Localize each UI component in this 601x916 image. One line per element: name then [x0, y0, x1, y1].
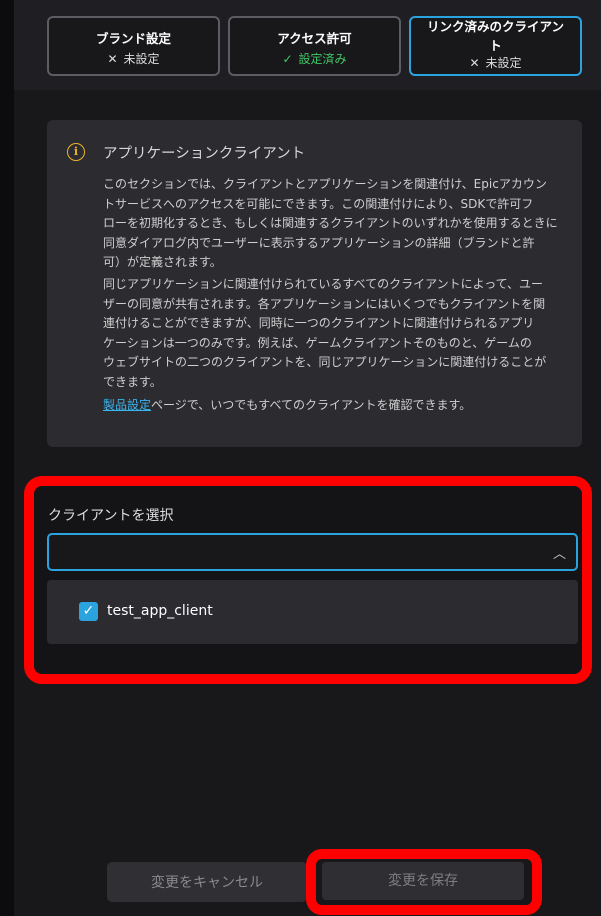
- text-line: 連付けることができますが、同時に一つのクライアントに関連付けられるアプリ: [103, 316, 535, 330]
- text-line: トサービスへのアクセスを可能にできます。この関連付けにより、SDKで許可フ: [103, 196, 534, 211]
- step-status-text: 未設定: [123, 52, 160, 66]
- text-line: ページで、いつでもすべてのクライアントを確認できます。: [151, 398, 472, 412]
- step-title: アクセス許可: [277, 31, 352, 46]
- text-line: このセクションでは、クライアントとアプリケーションを関連付け、Epicアカウン: [103, 177, 547, 191]
- text-line: できます。: [103, 374, 162, 389]
- checkbox-checked[interactable]: ✓: [79, 602, 98, 621]
- info-paragraph: 製品設定ページで、いつでもすべてのクライアントを確認できます。: [103, 396, 565, 416]
- client-dropdown-list: ✓ test_app_client: [47, 580, 578, 644]
- client-select-input[interactable]: ︿: [47, 533, 578, 571]
- step-linked-clients[interactable]: リンク済みのクライアン ト ✕ 未設定: [409, 16, 582, 76]
- step-title: リンク済みのクライアン ト: [411, 19, 580, 53]
- text-line: ウェブサイトの二つのクライアントを、同じアプリケーションに関連付けることが: [103, 355, 547, 369]
- text-line: 同意ダイアログ内でユーザーに表示するアプリケーションの詳細（ブランドと許: [103, 235, 535, 250]
- close-icon: ✕: [469, 56, 480, 70]
- cancel-button[interactable]: 変更をキャンセル: [107, 862, 307, 902]
- chevron-up-icon[interactable]: ︿: [553, 543, 566, 562]
- client-option-label[interactable]: test_app_client: [107, 603, 213, 619]
- text-line: ケーションは一つのみです。例えば、ゲームクライアントそのものと、ゲームの: [103, 335, 532, 350]
- left-edge-strip: [0, 0, 14, 916]
- step-brand-settings[interactable]: ブランド設定 ✕ 未設定: [47, 16, 220, 76]
- step-status: ✕ 未設定: [49, 50, 218, 67]
- step-access-permissions[interactable]: アクセス許可 ✓ 設定済み: [228, 16, 401, 76]
- text-line: ローを初期化するとき、もしくは関連するクライアントのいずれかを使用するときに: [103, 216, 558, 230]
- step-status: ✕ 未設定: [411, 54, 580, 71]
- product-settings-link[interactable]: 製品設定: [103, 398, 151, 412]
- info-title: アプリケーションクライアント: [103, 146, 306, 162]
- close-icon: ✕: [107, 52, 118, 66]
- step-status: ✓ 設定済み: [230, 50, 399, 67]
- check-icon: ✓: [282, 52, 293, 66]
- app-root: ブランド設定 ✕ 未設定 アクセス許可 ✓ 設定済み リンク済みのクライアン ト ✕…: [0, 0, 601, 916]
- info-panel: i アプリケーションクライアント このセクションでは、クライアントとアプリケーシ…: [47, 120, 582, 447]
- info-paragraph: 同じアプリケーションに関連付けられているすべてのクライアントによって、ユー ザー…: [103, 275, 565, 392]
- text-line: ザーの同意が共有されます。各アプリケーションにはいくつでもクライアントを関: [103, 296, 546, 311]
- text-line: 同じアプリケーションに関連付けられているすべてのクライアントによって、ユー: [103, 277, 544, 291]
- save-button[interactable]: 変更を保存: [322, 862, 524, 900]
- step-title-line: ト: [489, 38, 502, 53]
- text-line: 可）が定義されます。: [103, 255, 222, 269]
- client-select-label: クライアントを選択: [48, 508, 174, 524]
- step-status-text: 設定済み: [298, 52, 347, 66]
- step-title: ブランド設定: [95, 31, 171, 46]
- info-paragraph: このセクションでは、クライアントとアプリケーションを関連付け、Epicアカウン …: [103, 175, 565, 273]
- step-title-line: リンク済みのクライアン: [426, 19, 564, 34]
- info-icon: i: [67, 143, 85, 161]
- step-status-text: 未設定: [485, 56, 522, 70]
